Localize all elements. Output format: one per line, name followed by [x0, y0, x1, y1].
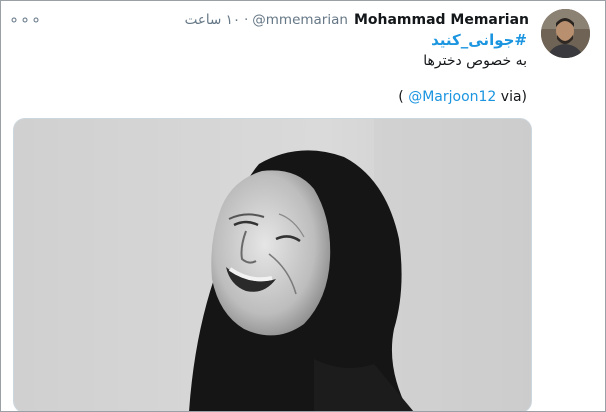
tweet-text: به خصوص دخترها	[423, 53, 527, 69]
author-handle[interactable]: @mmemarian	[252, 12, 348, 28]
via-attribution: ( @Marjoon12 via)	[398, 89, 527, 105]
via-open-paren: (	[398, 89, 404, 105]
more-options-icon[interactable]: ∘∘∘	[9, 10, 42, 29]
header-separator: ·	[244, 12, 249, 28]
tweet-card[interactable]: ∘∘∘ Mohammad Memarian @mmemarian · ۱۰ سا…	[0, 0, 606, 412]
avatar[interactable]	[541, 9, 590, 58]
tweet-timestamp[interactable]: ۱۰ ساعت	[185, 12, 241, 28]
hashtag-link[interactable]: #جوانی_کنید	[431, 31, 527, 49]
mention-link[interactable]: @Marjoon12	[408, 89, 496, 105]
author-name[interactable]: Mohammad Memarian	[354, 12, 529, 28]
via-label: via)	[500, 89, 527, 105]
tweet-header: Mohammad Memarian @mmemarian · ۱۰ ساعت	[185, 10, 529, 30]
tweet-photo[interactable]	[13, 118, 532, 411]
